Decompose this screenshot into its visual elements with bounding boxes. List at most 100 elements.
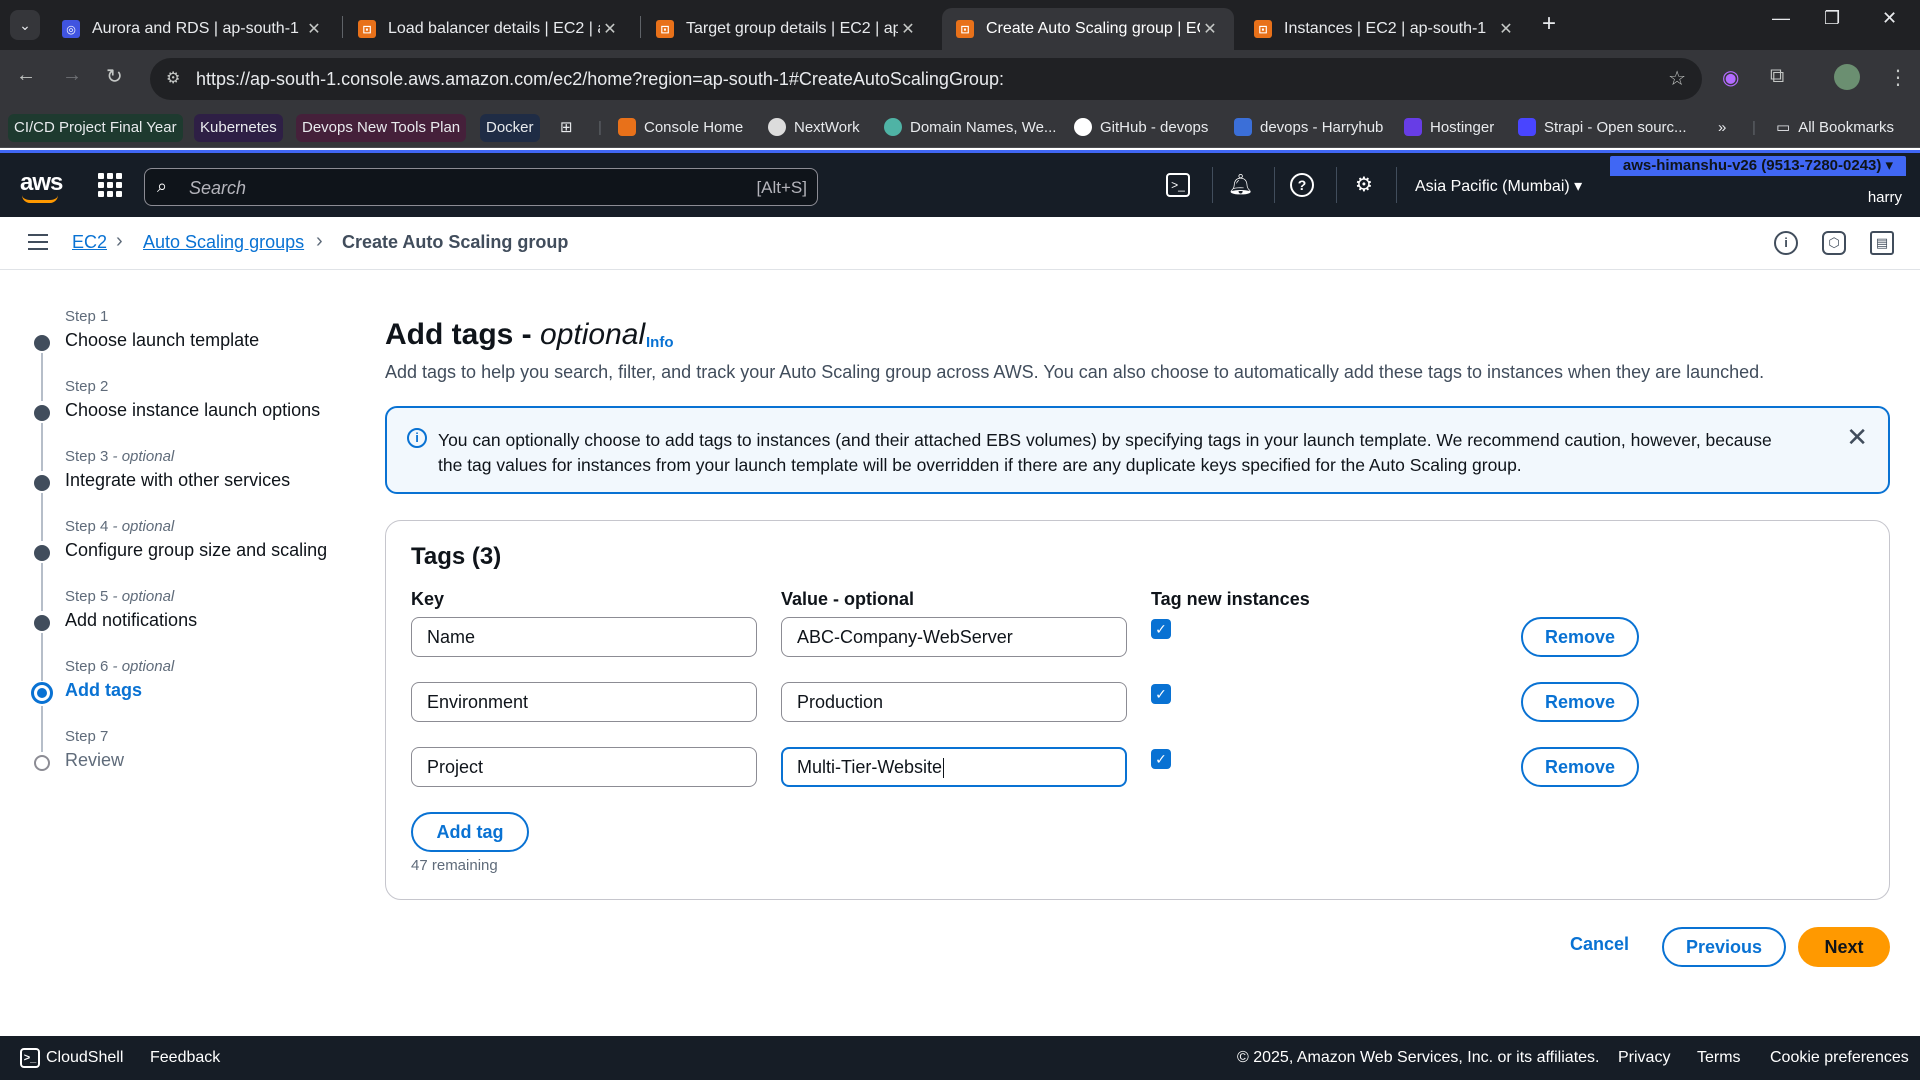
wizard-step-1[interactable]: Step 1 Choose launch template bbox=[0, 300, 340, 401]
browser-tab[interactable]: ⊡ Target group details | EC2 | ap-s ✕ bbox=[642, 8, 932, 50]
bookmark-link[interactable]: Strapi - Open sourc... bbox=[1518, 114, 1687, 142]
forward-arrow-icon[interactable]: → bbox=[62, 64, 82, 87]
column-header-key: Key bbox=[411, 589, 445, 609]
cloudshell-icon[interactable]: >_ bbox=[20, 1048, 40, 1068]
apps-grid-icon[interactable]: ⊞ bbox=[560, 114, 573, 142]
address-bar[interactable]: ⚙ https://ap-south-1.console.aws.amazon.… bbox=[150, 58, 1702, 100]
wizard-step-4[interactable]: Step 4 - optional Configure group size a… bbox=[0, 510, 340, 611]
services-grid-icon[interactable] bbox=[98, 173, 122, 197]
url-text[interactable]: https://ap-south-1.console.aws.amazon.co… bbox=[196, 69, 1004, 90]
close-icon[interactable]: ✕ bbox=[1496, 19, 1516, 39]
restore-icon[interactable]: ❐ bbox=[1824, 8, 1840, 29]
tag-new-instances-checkbox[interactable]: ✓ bbox=[1151, 684, 1171, 704]
browser-tab[interactable]: ◎ Aurora and RDS | ap-south-1 ✕ bbox=[48, 8, 338, 50]
bookmark-link[interactable]: Console Home bbox=[618, 114, 743, 142]
tag-value-input[interactable]: Production bbox=[781, 682, 1127, 722]
browser-tab[interactable]: ⊡ Instances | EC2 | ap-south-1 ✕ bbox=[1240, 8, 1530, 50]
close-icon[interactable]: ✕ bbox=[600, 19, 620, 39]
region-label: Asia Pacific (Mumbai) bbox=[1415, 178, 1570, 195]
bookmark-link[interactable]: GitHub - devops bbox=[1074, 114, 1208, 142]
info-link[interactable]: Info bbox=[646, 334, 674, 351]
breadcrumb-auto-scaling-groups[interactable]: Auto Scaling groups bbox=[143, 232, 304, 253]
menu-hamburger-icon[interactable] bbox=[28, 234, 48, 250]
close-icon[interactable]: ✕ bbox=[304, 19, 324, 39]
bookmark-folder[interactable]: CI/CD Project Final Year bbox=[8, 114, 183, 142]
close-icon[interactable]: ✕ bbox=[1200, 19, 1220, 39]
reload-icon[interactable]: ↻ bbox=[106, 64, 123, 89]
bookmark-folder[interactable]: Docker bbox=[480, 114, 540, 142]
help-icon[interactable]: ? bbox=[1290, 173, 1314, 197]
bookmark-star-icon[interactable]: ☆ bbox=[1668, 66, 1686, 91]
remove-tag-button[interactable]: Remove bbox=[1521, 682, 1639, 722]
extension-brain-icon[interactable]: ◉ bbox=[1722, 65, 1739, 90]
close-icon[interactable]: ✕ bbox=[898, 19, 918, 39]
browser-menu-icon[interactable]: ⋮ bbox=[1888, 65, 1908, 90]
minimize-icon[interactable]: — bbox=[1772, 8, 1790, 29]
wizard-step-2[interactable]: Step 2 Choose instance launch options bbox=[0, 370, 340, 471]
security-hexagon-icon[interactable]: ⬡ bbox=[1822, 231, 1846, 255]
settings-gear-icon[interactable]: ⚙ bbox=[1352, 173, 1376, 197]
cloudshell-icon[interactable]: >_ bbox=[1166, 173, 1190, 197]
remove-tag-button[interactable]: Remove bbox=[1521, 747, 1639, 787]
bookmark-link[interactable]: devops - Harryhub bbox=[1234, 114, 1383, 142]
wizard-step-7[interactable]: Step 7 Review bbox=[0, 720, 340, 780]
bookmark-label: NextWork bbox=[794, 119, 860, 136]
previous-button[interactable]: Previous bbox=[1662, 927, 1786, 967]
bookmark-link[interactable]: Hostinger bbox=[1404, 114, 1494, 142]
browser-tab-active[interactable]: ⊡ Create Auto Scaling group | EC2 ✕ bbox=[942, 8, 1234, 50]
account-menu[interactable]: aws-himanshu-v26 (9513-7280-0243) ▾ bbox=[1610, 156, 1906, 176]
next-button[interactable]: Next bbox=[1798, 927, 1890, 967]
aws-search-input[interactable]: ⌕ Search [Alt+S] bbox=[144, 168, 818, 206]
all-bookmarks[interactable]: ▭ All Bookmarks bbox=[1776, 114, 1894, 142]
tag-value-input[interactable]: ABC-Company-WebServer bbox=[781, 617, 1127, 657]
bookmark-link[interactable]: NextWork bbox=[768, 114, 860, 142]
step-title[interactable]: Add notifications bbox=[65, 610, 197, 631]
step-title[interactable]: Configure group size and scaling bbox=[65, 540, 327, 561]
terms-link[interactable]: Terms bbox=[1697, 1049, 1741, 1067]
tag-key-input[interactable]: Name bbox=[411, 617, 757, 657]
bookmark-folder[interactable]: Kubernetes bbox=[194, 114, 283, 142]
cancel-button[interactable]: Cancel bbox=[1570, 934, 1629, 955]
step-dot bbox=[34, 755, 50, 771]
browser-tab[interactable]: ⊡ Load balancer details | EC2 | ap- ✕ bbox=[344, 8, 634, 50]
cloudshell-link[interactable]: CloudShell bbox=[46, 1049, 123, 1067]
step-title[interactable]: Review bbox=[65, 750, 124, 771]
more-bookmarks-chevron-icon[interactable]: » bbox=[1718, 114, 1726, 142]
privacy-link[interactable]: Privacy bbox=[1618, 1049, 1670, 1067]
bookmark-folder[interactable]: Devops New Tools Plan bbox=[296, 114, 467, 142]
wizard-step-5[interactable]: Step 5 - optional Add notifications bbox=[0, 580, 340, 681]
breadcrumb-ec2[interactable]: EC2 bbox=[72, 232, 107, 253]
add-tag-button[interactable]: Add tag bbox=[411, 812, 529, 852]
back-arrow-icon[interactable]: ← bbox=[16, 64, 36, 87]
aws-logo[interactable]: aws bbox=[20, 169, 63, 203]
bookmark-link[interactable]: Domain Names, We... bbox=[884, 114, 1056, 142]
remove-tag-button[interactable]: Remove bbox=[1521, 617, 1639, 657]
cookie-preferences-link[interactable]: Cookie preferences bbox=[1770, 1049, 1909, 1067]
info-panel-icon[interactable]: i bbox=[1774, 231, 1798, 255]
tag-key-input[interactable]: Environment bbox=[411, 682, 757, 722]
close-icon[interactable]: ✕ bbox=[1846, 424, 1868, 450]
profile-avatar[interactable] bbox=[1834, 64, 1860, 90]
user-name[interactable]: harry bbox=[1868, 189, 1902, 206]
step-title[interactable]: Add tags bbox=[65, 680, 142, 701]
tag-value-input-focused[interactable]: Multi-Tier-Website bbox=[781, 747, 1127, 787]
tag-key-input[interactable]: Project bbox=[411, 747, 757, 787]
window-close-icon[interactable]: ✕ bbox=[1882, 8, 1897, 29]
extensions-puzzle-icon[interactable]: ⧉ bbox=[1770, 65, 1784, 88]
notifications-panel-icon[interactable]: ▤ bbox=[1870, 231, 1894, 255]
new-tab-plus-icon[interactable]: + bbox=[1542, 10, 1556, 38]
step-title[interactable]: Choose launch template bbox=[65, 330, 259, 351]
site-settings-icon[interactable]: ⚙ bbox=[166, 68, 180, 88]
rds-icon: ◎ bbox=[62, 20, 80, 38]
notifications-bell-icon[interactable]: 🔔︎ bbox=[1228, 173, 1253, 197]
tag-new-instances-checkbox[interactable]: ✓ bbox=[1151, 749, 1171, 769]
ec2-icon: ⊡ bbox=[1254, 20, 1272, 38]
feedback-link[interactable]: Feedback bbox=[150, 1049, 220, 1067]
tag-new-instances-checkbox[interactable]: ✓ bbox=[1151, 619, 1171, 639]
region-selector[interactable]: Asia Pacific (Mumbai) ▾ bbox=[1415, 176, 1582, 196]
step-title[interactable]: Choose instance launch options bbox=[65, 400, 320, 421]
step-title[interactable]: Integrate with other services bbox=[65, 470, 290, 491]
wizard-step-6-current[interactable]: Step 6 - optional Add tags bbox=[0, 650, 340, 752]
wizard-step-3[interactable]: Step 3 - optional Integrate with other s… bbox=[0, 440, 340, 541]
tab-search-chevron-icon[interactable]: ⌄ bbox=[10, 10, 40, 40]
